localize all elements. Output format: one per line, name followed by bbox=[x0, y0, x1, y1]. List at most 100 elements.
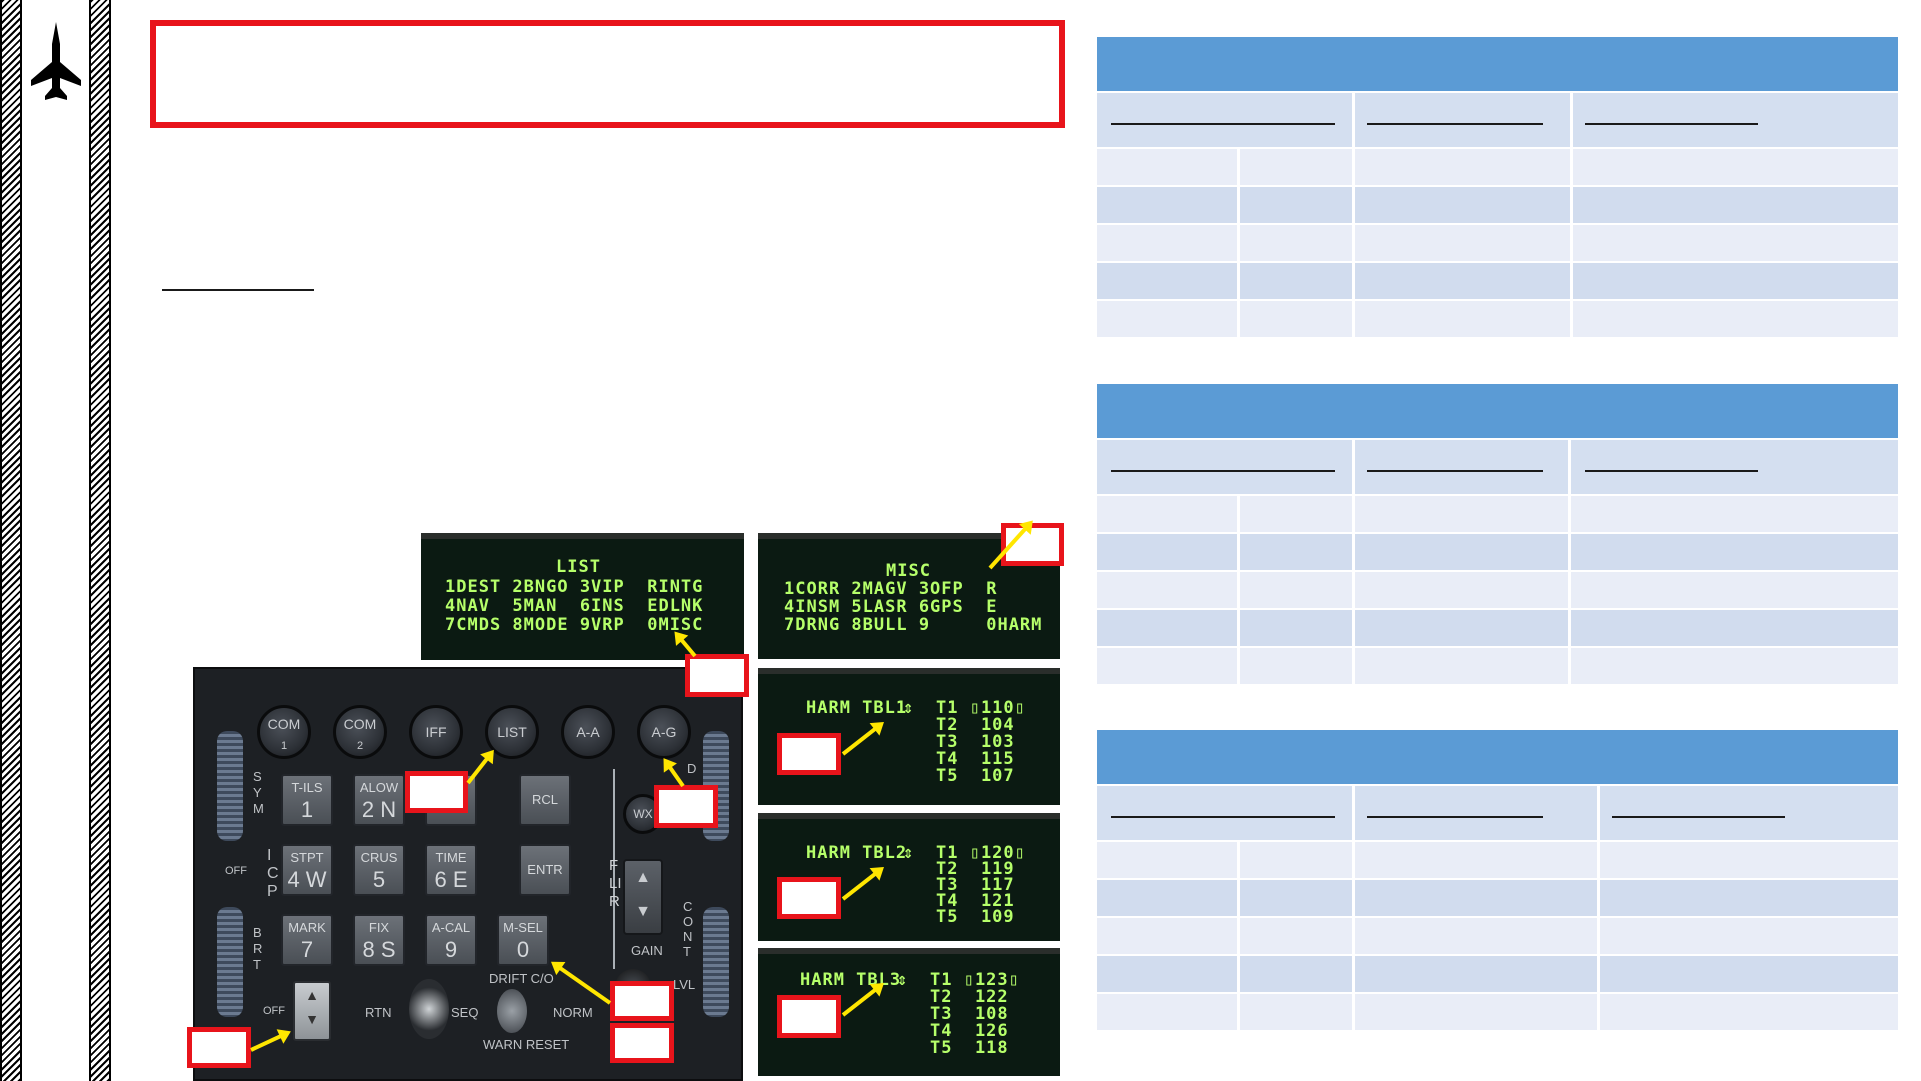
harm-up-down-icon: ⇕ bbox=[903, 843, 915, 863]
key-number: 4 W bbox=[287, 867, 327, 892]
table-row bbox=[1097, 992, 1898, 1030]
jet-silhouette-icon bbox=[29, 22, 83, 102]
rtn-label: RTN bbox=[365, 1005, 392, 1020]
com1-button[interactable]: COM 1 bbox=[257, 705, 311, 759]
table-row bbox=[1097, 878, 1898, 916]
key-8[interactable]: FIX 8 S bbox=[353, 914, 405, 966]
a-g-button[interactable]: A-G bbox=[637, 705, 691, 759]
key-label: ALOW bbox=[359, 780, 399, 795]
table-row bbox=[1097, 608, 1898, 646]
table-1-header bbox=[1097, 37, 1898, 91]
table-row bbox=[1097, 185, 1898, 223]
ded-misc-title: MISC bbox=[886, 561, 931, 581]
key-label: FIX bbox=[368, 920, 390, 935]
drift-warn-toggle[interactable] bbox=[497, 989, 527, 1033]
table-row bbox=[1097, 223, 1898, 261]
norm-label: NORM bbox=[553, 1005, 593, 1020]
harm-up-down-icon: ⇕ bbox=[903, 698, 915, 718]
key-number: 5 bbox=[372, 867, 386, 892]
rcl-button[interactable]: RCL bbox=[519, 774, 571, 826]
lvl-label: LVL bbox=[673, 977, 696, 992]
key-number: 1 bbox=[300, 797, 314, 822]
harm-row: T5 118 bbox=[930, 1038, 1009, 1058]
table-2-subheader bbox=[1097, 438, 1898, 494]
table-row bbox=[1097, 646, 1898, 684]
harm-table-name: HARM TBL2 bbox=[806, 843, 908, 863]
off-label-1: OFF bbox=[225, 865, 247, 877]
key-number: 7 bbox=[300, 937, 314, 962]
ded-misc-row-2: 4INSM 5LASR 6GPS E bbox=[784, 597, 998, 617]
key-number: 6 E bbox=[434, 867, 468, 892]
table-row bbox=[1097, 494, 1898, 532]
drift-label: DRIFT C/O bbox=[489, 971, 554, 986]
sym-wheel[interactable] bbox=[217, 731, 243, 841]
a-a-label: A-A bbox=[576, 724, 600, 740]
key-1[interactable]: T-ILS 1 bbox=[281, 774, 333, 826]
wx-label: WX bbox=[633, 807, 653, 821]
right-hatch-bar bbox=[89, 0, 111, 1081]
off-label-2: OFF bbox=[263, 1005, 285, 1017]
flir-rocker-switch[interactable]: ▲ ▼ bbox=[623, 859, 663, 935]
d-label: D bbox=[687, 761, 697, 776]
key-number: 8 S bbox=[362, 937, 396, 962]
key-2[interactable]: ALOW 2 N bbox=[353, 774, 405, 826]
ded-list-row-2: 4NAV 5MAN 6INS EDLNK bbox=[445, 596, 704, 616]
com2-label: COM bbox=[343, 716, 377, 732]
key-number: 2 N bbox=[361, 797, 397, 822]
ded-list-row-3: 7CMDS 8MODE 9VRP 0MISC bbox=[445, 615, 704, 635]
key-label: CRUS bbox=[360, 850, 398, 865]
key-number: 0 bbox=[516, 937, 530, 962]
a-g-label: A-G bbox=[651, 724, 677, 740]
sym-label: SYM bbox=[253, 769, 264, 816]
com2-sub: 2 bbox=[356, 740, 364, 752]
com1-sub: 1 bbox=[280, 740, 288, 752]
ded-misc-row-1: 1CORR 2MAGV 3OFP R bbox=[784, 579, 998, 599]
callout-box bbox=[610, 1023, 674, 1063]
com1-label: COM bbox=[267, 716, 301, 732]
table-row bbox=[1097, 954, 1898, 992]
brt-label: BRT bbox=[253, 925, 263, 972]
ded-list-row-1: 1DEST 2BNGO 3VIP RINTG bbox=[445, 577, 704, 597]
callout-box bbox=[685, 654, 749, 697]
rcl-label: RCL bbox=[531, 792, 558, 807]
key-number: 9 bbox=[444, 937, 458, 962]
list-label: LIST bbox=[497, 724, 527, 740]
gain-label: GAIN bbox=[631, 943, 663, 958]
section-underline bbox=[162, 289, 314, 291]
a-a-button[interactable]: A-A bbox=[561, 705, 615, 759]
cont-wheel[interactable] bbox=[703, 907, 729, 1017]
table-row bbox=[1097, 532, 1898, 570]
callout-box bbox=[777, 995, 841, 1038]
harm-row: T5 107 bbox=[936, 766, 1015, 786]
key-4[interactable]: STPT 4 W bbox=[281, 844, 333, 896]
iff-button[interactable]: IFF bbox=[409, 705, 463, 759]
table-row bbox=[1097, 299, 1898, 337]
table-1 bbox=[1097, 37, 1898, 337]
key-label: MARK bbox=[288, 920, 326, 935]
callout-box bbox=[610, 981, 674, 1021]
left-hatch-bar bbox=[0, 0, 22, 1081]
flir-label: FLIR bbox=[609, 857, 622, 910]
key-6[interactable]: TIME 6 E bbox=[425, 844, 477, 896]
ded-list-page: LIST 1DEST 2BNGO 3VIP RINTG 4NAV 5MAN 6I… bbox=[421, 533, 744, 660]
harm-table-name: HARM TBL1 bbox=[806, 698, 908, 718]
com2-button[interactable]: COM 2 bbox=[333, 705, 387, 759]
key-0[interactable]: M-SEL 0 bbox=[497, 914, 549, 966]
entr-button[interactable]: ENTR bbox=[519, 844, 571, 896]
key-label: T-ILS bbox=[291, 780, 323, 795]
harm-up-down-icon: ⇕ bbox=[897, 970, 909, 990]
key-5[interactable]: CRUS 5 bbox=[353, 844, 405, 896]
harm-row: T5 109 bbox=[936, 907, 1015, 927]
callout-box bbox=[654, 785, 718, 828]
key-9[interactable]: A-CAL 9 bbox=[425, 914, 477, 966]
iff-label: IFF bbox=[425, 724, 447, 740]
table-3-subheader bbox=[1097, 784, 1898, 840]
warn-reset-label: WARN RESET bbox=[483, 1037, 570, 1052]
dobber-switch[interactable] bbox=[409, 979, 449, 1039]
key-7[interactable]: MARK 7 bbox=[281, 914, 333, 966]
brt-rocker-switch[interactable]: ▲ ▼ bbox=[293, 981, 331, 1041]
table-row bbox=[1097, 916, 1898, 954]
callout-box bbox=[777, 877, 841, 919]
table-2 bbox=[1097, 384, 1898, 684]
brt-wheel[interactable] bbox=[217, 907, 243, 1017]
